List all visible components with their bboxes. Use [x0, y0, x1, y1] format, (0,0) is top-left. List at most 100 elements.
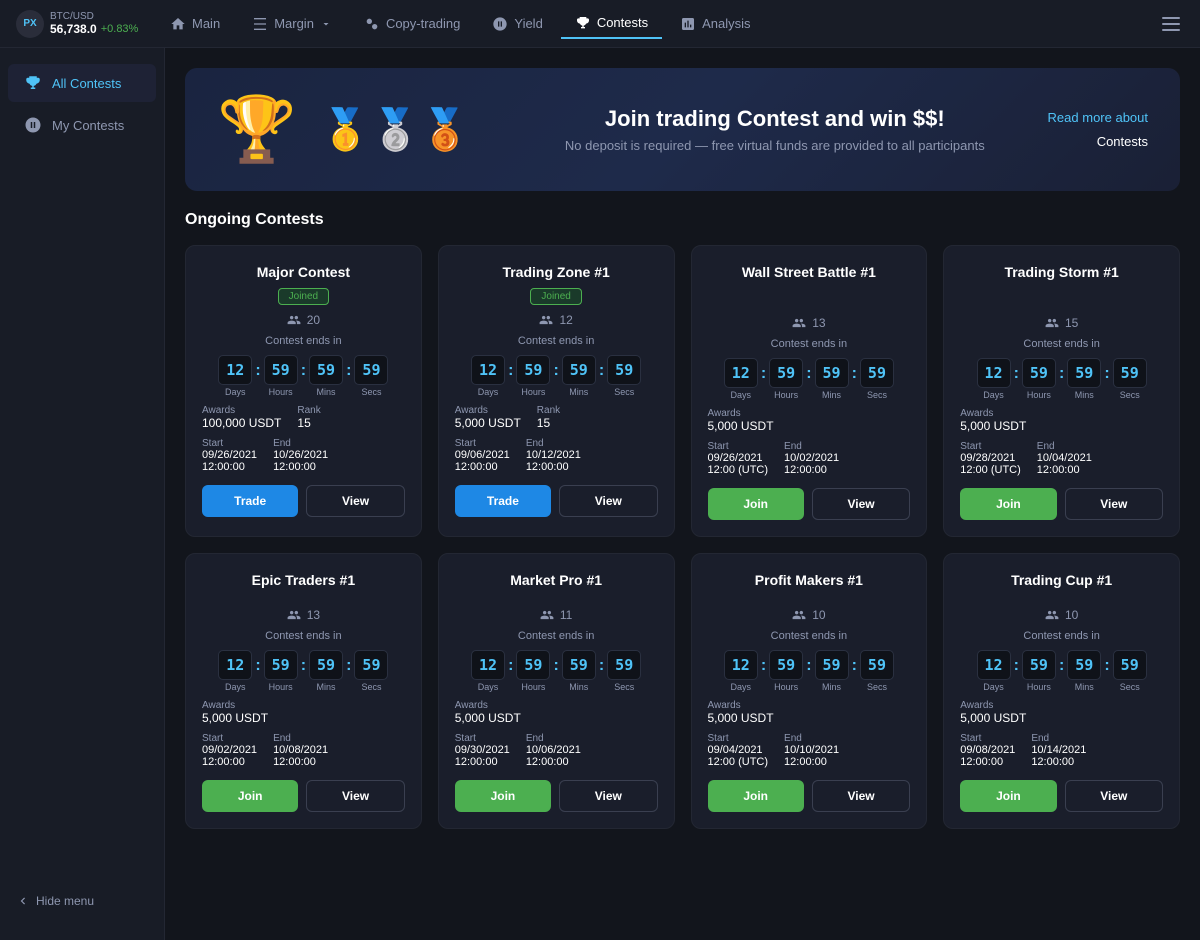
nav-item-contests[interactable]: Contests [561, 9, 662, 39]
countdown: 12Days : 59Hours : 59Mins : 59Secs [455, 650, 658, 692]
participants: 15 [960, 316, 1163, 330]
contest-card-epic-traders: Epic Traders #1 13 Contest ends in 12Day… [185, 553, 422, 829]
banner-trophy: 🏆 [217, 92, 297, 167]
sidebar-my-contests-label: My Contests [52, 118, 124, 133]
btc-change: +0.83% [101, 23, 139, 35]
ends-label: Contest ends in [455, 630, 658, 642]
participants: 12 [455, 313, 658, 327]
logo-icon: PX [16, 10, 44, 38]
medal-icon [24, 116, 42, 134]
joined-badge: Joined [278, 288, 329, 305]
ends-label: Contest ends in [960, 630, 1163, 642]
nav-analysis-label: Analysis [702, 16, 750, 31]
sidebar-all-contests-label: All Contests [52, 76, 121, 91]
card-title: Trading Zone #1 [455, 264, 658, 280]
nav-contests-label: Contests [597, 15, 648, 30]
participants: 10 [708, 608, 911, 622]
banner-link-subtext: Contests [1097, 134, 1148, 149]
main-content: 🏆 🥇🥈🥉 Join trading Contest and win $$! N… [165, 48, 1200, 940]
view-button[interactable]: View [306, 780, 404, 812]
banner-text: Join trading Contest and win $$! No depo… [502, 106, 1047, 153]
participants: 13 [708, 316, 911, 330]
countdown: 12Days : 59Hours : 59Mins : 59Secs [708, 358, 911, 400]
sidebar-item-my-contests[interactable]: My Contests [8, 106, 156, 144]
contest-card-trading-cup: Trading Cup #1 10 Contest ends in 12Days… [943, 553, 1180, 829]
join-button[interactable]: Join [202, 780, 298, 812]
participants: 13 [202, 608, 405, 622]
contest-card-market-pro: Market Pro #1 11 Contest ends in 12Days … [438, 553, 675, 829]
nav-item-copy-trading[interactable]: Copy-trading [350, 10, 474, 38]
section-title: Ongoing Contests [185, 211, 1180, 229]
join-button[interactable]: Join [708, 780, 804, 812]
participants: 11 [455, 608, 658, 622]
joined-badge: Joined [530, 288, 581, 305]
sidebar-item-all-contests[interactable]: All Contests [8, 64, 156, 102]
contest-card-wall-street: Wall Street Battle #1 13 Contest ends in… [691, 245, 928, 537]
countdown: 12Days : 59Hours : 59Mins : 59Secs [960, 650, 1163, 692]
banner-link-text: Read more about [1048, 110, 1148, 125]
countdown: 12Days : 59Hours : 59Mins : 59Secs [202, 355, 405, 397]
card-title: Trading Cup #1 [960, 572, 1163, 588]
logo[interactable]: PX BTC/USD 56,738.0 +0.83% [16, 10, 156, 38]
join-button[interactable]: Join [455, 780, 551, 812]
banner-title: Join trading Contest and win $$! [502, 106, 1047, 132]
ends-label: Contest ends in [960, 338, 1163, 350]
card-title: Major Contest [202, 264, 405, 280]
card-title: Epic Traders #1 [202, 572, 405, 588]
hamburger-button[interactable] [1158, 13, 1184, 35]
join-button[interactable]: Join [960, 780, 1056, 812]
view-button[interactable]: View [1065, 488, 1163, 520]
topnav: PX BTC/USD 56,738.0 +0.83% Main Margin C… [0, 0, 1200, 48]
nav-item-yield[interactable]: Yield [478, 10, 556, 38]
sidebar-items: All Contests My Contests [0, 64, 164, 144]
join-button[interactable]: Join [960, 488, 1056, 520]
card-title: Market Pro #1 [455, 572, 658, 588]
trade-button[interactable]: Trade [455, 485, 551, 517]
contest-card-trading-zone: Trading Zone #1 Joined 12 Contest ends i… [438, 245, 675, 537]
participants: 10 [960, 608, 1163, 622]
countdown: 12Days : 59Hours : 59Mins : 59Secs [202, 650, 405, 692]
trade-button[interactable]: Trade [202, 485, 298, 517]
view-button[interactable]: View [306, 485, 404, 517]
contest-card-profit-makers: Profit Makers #1 10 Contest ends in 12Da… [691, 553, 928, 829]
nav-item-analysis[interactable]: Analysis [666, 10, 764, 38]
view-button[interactable]: View [559, 780, 657, 812]
banner-link[interactable]: Read more about Contests [1048, 106, 1148, 153]
banner-medals: 🥇🥈🥉 [321, 106, 470, 153]
ends-label: Contest ends in [202, 630, 405, 642]
countdown: 12Days : 59Hours : 59Mins : 59Secs [708, 650, 911, 692]
nav-item-main[interactable]: Main [156, 10, 234, 38]
chevron-left-icon [16, 894, 30, 908]
banner-subtitle: No deposit is required — free virtual fu… [502, 138, 1047, 153]
trophy-icon [24, 74, 42, 92]
nav-item-margin[interactable]: Margin [238, 10, 346, 38]
section-ongoing: Ongoing Contests Major Contest Joined 20… [185, 211, 1180, 829]
btc-price: 56,738.0 [50, 22, 97, 36]
countdown: 12Days : 59Hours : 59Mins : 59Secs [455, 355, 658, 397]
nav-margin-label: Margin [274, 16, 314, 31]
view-button[interactable]: View [559, 485, 657, 517]
contest-card-major: Major Contest Joined 20 Contest ends in … [185, 245, 422, 537]
view-button[interactable]: View [812, 780, 910, 812]
hide-menu-label: Hide menu [36, 894, 94, 908]
nav-items: Main Margin Copy-trading Yield Contests … [156, 9, 1158, 39]
contest-card-trading-storm: Trading Storm #1 15 Contest ends in 12Da… [943, 245, 1180, 537]
ends-label: Contest ends in [708, 338, 911, 350]
contest-grid-row2: Epic Traders #1 13 Contest ends in 12Day… [185, 553, 1180, 829]
card-title: Wall Street Battle #1 [708, 264, 911, 280]
card-title: Trading Storm #1 [960, 264, 1163, 280]
contest-grid-row1: Major Contest Joined 20 Contest ends in … [185, 245, 1180, 537]
logo-info: BTC/USD 56,738.0 +0.83% [50, 11, 138, 36]
view-button[interactable]: View [1065, 780, 1163, 812]
nav-copytrading-label: Copy-trading [386, 16, 460, 31]
nav-yield-label: Yield [514, 16, 542, 31]
banner: 🏆 🥇🥈🥉 Join trading Contest and win $$! N… [185, 68, 1180, 191]
countdown: 12Days : 59Hours : 59Mins : 59Secs [960, 358, 1163, 400]
sidebar: All Contests My Contests Hide menu [0, 48, 165, 940]
join-button[interactable]: Join [708, 488, 804, 520]
card-title: Profit Makers #1 [708, 572, 911, 588]
view-button[interactable]: View [812, 488, 910, 520]
hide-menu-button[interactable]: Hide menu [0, 878, 164, 924]
ends-label: Contest ends in [455, 335, 658, 347]
ends-label: Contest ends in [708, 630, 911, 642]
